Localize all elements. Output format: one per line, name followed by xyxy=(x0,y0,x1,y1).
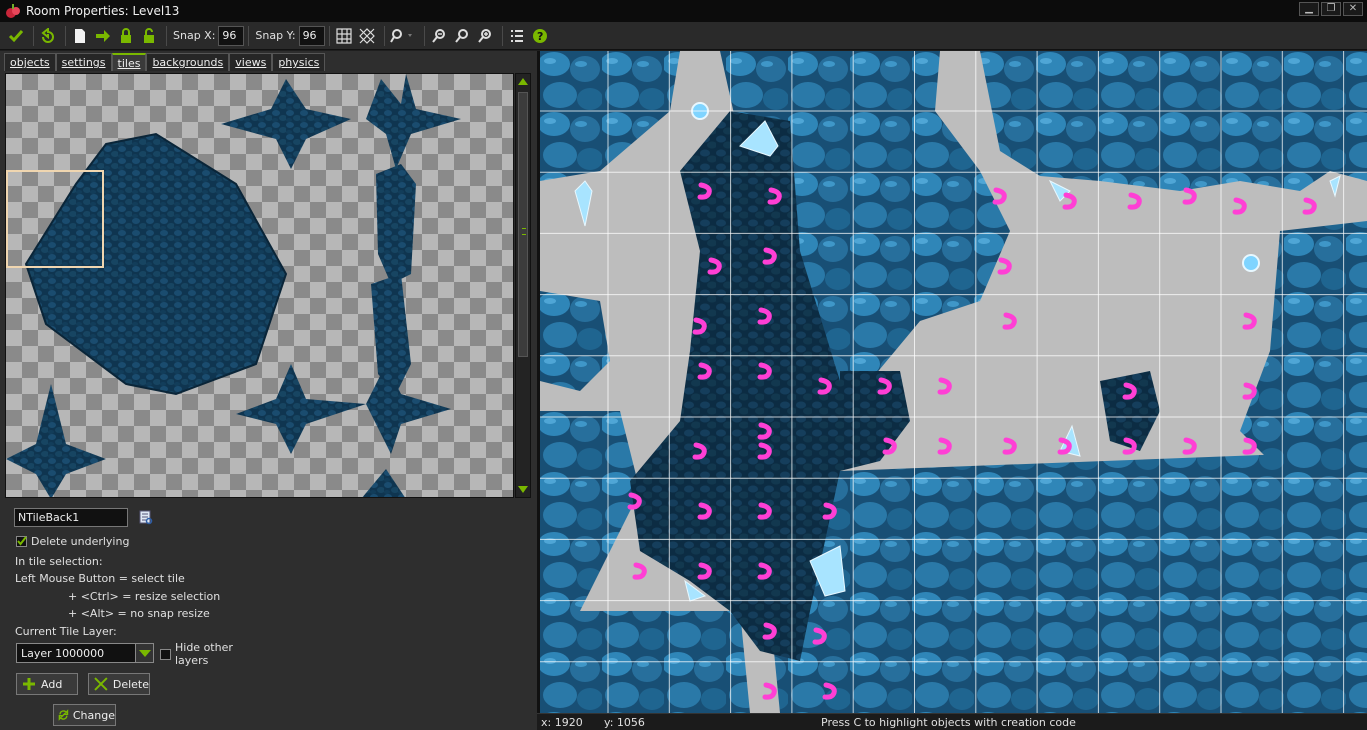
zoom-options-icon xyxy=(389,28,412,43)
snap-x-input[interactable] xyxy=(218,25,245,46)
shift-button[interactable] xyxy=(93,26,113,46)
tileset-image xyxy=(6,74,461,497)
tab-tiles[interactable]: tiles xyxy=(111,53,147,71)
tab-views[interactable]: views xyxy=(229,53,273,71)
change-arrows-icon xyxy=(58,709,69,721)
delete-underlying-checkbox[interactable] xyxy=(16,536,27,547)
hide-other-layers-label: Hide other layers xyxy=(175,641,233,667)
help-line-select: Left Mouse Button = select tile xyxy=(15,572,185,585)
minimize-button[interactable]: ▁ xyxy=(1299,2,1319,16)
change-layer-button[interactable]: Change xyxy=(53,704,116,726)
shift-icon xyxy=(96,29,110,42)
delete-underlying-label: Delete underlying xyxy=(31,535,130,548)
grid-icon xyxy=(335,27,352,44)
lock-button[interactable] xyxy=(116,26,136,46)
scroll-thumb[interactable] xyxy=(518,92,528,357)
tab-physics[interactable]: physics xyxy=(272,53,326,71)
isometric-grid-icon xyxy=(358,27,375,44)
delete-layer-label: Delete xyxy=(112,677,149,691)
tab-settings[interactable]: settings xyxy=(55,53,112,71)
zoom-options-button[interactable] xyxy=(389,26,417,46)
tileset-scrollbar[interactable] xyxy=(515,73,531,498)
window-title: Room Properties: Level13 xyxy=(26,4,180,18)
tile-background-input[interactable] xyxy=(14,508,128,527)
confirm-icon xyxy=(8,29,24,42)
snap-y-label: Snap Y: xyxy=(255,29,296,42)
status-y-coordinate: y: 1056 xyxy=(604,716,645,729)
isometric-grid-button[interactable] xyxy=(357,26,377,46)
tile-layer-select[interactable]: Layer 1000000 xyxy=(16,643,154,663)
hide-other-layers-checkbox[interactable] xyxy=(160,649,171,660)
undo-icon xyxy=(41,27,54,43)
add-layer-label: Add xyxy=(41,677,63,691)
layer-label: Current Tile Layer: xyxy=(15,625,117,638)
tile-layer-value: Layer 1000000 xyxy=(21,647,105,660)
zoom-reset-button[interactable] xyxy=(452,26,472,46)
clear-button[interactable] xyxy=(70,26,90,46)
restore-icon: ❐ xyxy=(1326,3,1336,14)
help-heading: In tile selection: xyxy=(15,555,103,568)
zoom-reset-icon xyxy=(454,28,468,43)
tab-objects[interactable]: objects xyxy=(4,53,56,71)
add-layer-button[interactable]: Add xyxy=(16,673,78,695)
snap-x-label: Snap X: xyxy=(173,29,216,42)
help-icon: ? xyxy=(532,28,547,43)
minimize-icon: ▁ xyxy=(1305,3,1313,14)
snap-y-input[interactable] xyxy=(298,25,325,46)
restore-button[interactable]: ❐ xyxy=(1321,2,1341,16)
chevron-down-icon[interactable] xyxy=(135,644,153,662)
plus-icon xyxy=(23,678,35,690)
confirm-button[interactable] xyxy=(6,26,26,46)
delete-x-icon xyxy=(94,677,108,691)
status-x-coordinate: x: 1920 xyxy=(541,716,583,729)
help-line-alt: + <Alt> = no snap resize xyxy=(68,607,210,620)
spawn-object-icon[interactable] xyxy=(1242,254,1260,272)
status-message: Press C to highlight objects with creati… xyxy=(821,716,1076,729)
tileset-preview[interactable] xyxy=(5,73,514,498)
clear-icon xyxy=(75,28,85,43)
close-icon: ✕ xyxy=(1348,3,1358,14)
list-icon xyxy=(510,29,523,42)
change-layer-label: Change xyxy=(72,708,115,722)
left-panel: objects settings tiles backgrounds views… xyxy=(0,51,537,730)
close-button[interactable]: ✕ xyxy=(1343,2,1363,16)
unlock-button[interactable] xyxy=(139,26,159,46)
zoom-out-button[interactable] xyxy=(429,26,449,46)
zoom-in-button[interactable] xyxy=(475,26,495,46)
delete-layer-button[interactable]: Delete xyxy=(88,673,150,695)
title-bar: Room Properties: Level13 ▁ ❐ ✕ xyxy=(0,0,1367,22)
scroll-down-icon[interactable] xyxy=(518,486,528,493)
room-canvas[interactable] xyxy=(540,51,1367,713)
browse-background-icon[interactable] xyxy=(139,510,153,525)
app-icon xyxy=(4,2,22,20)
tab-bar: objects settings tiles backgrounds views… xyxy=(4,53,326,71)
status-bar: x: 1920 y: 1056 Press C to highlight obj… xyxy=(537,713,1367,730)
zoom-out-icon xyxy=(431,28,445,43)
grid-toggle-button[interactable] xyxy=(334,26,354,46)
svg-text:?: ? xyxy=(537,30,543,43)
lock-icon xyxy=(121,27,131,43)
help-line-ctrl: + <Ctrl> = resize selection xyxy=(68,590,221,603)
room-scene xyxy=(540,51,1367,713)
toolbar: Snap X: Snap Y: ? xyxy=(0,22,1367,50)
help-button[interactable]: ? xyxy=(530,26,550,46)
checkmark-icon xyxy=(17,536,27,546)
list-button[interactable] xyxy=(507,26,527,46)
tab-backgrounds[interactable]: backgrounds xyxy=(146,53,230,71)
undo-button[interactable] xyxy=(38,26,58,46)
scroll-up-icon[interactable] xyxy=(518,78,528,85)
zoom-in-icon xyxy=(477,28,491,43)
unlock-icon xyxy=(144,27,154,43)
